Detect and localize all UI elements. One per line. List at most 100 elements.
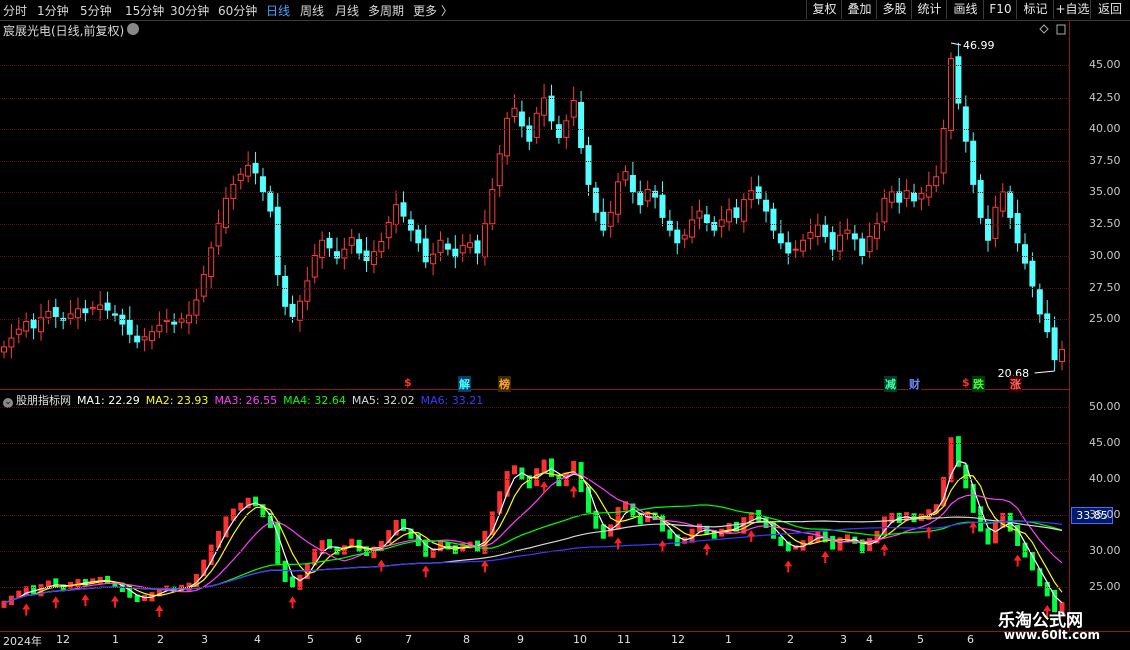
candle-body [311,255,318,278]
candle-body [141,336,148,341]
buy-arrow-icon [155,605,164,617]
candle-body [851,233,858,240]
candle-body [874,223,881,239]
month-label: 2024年 [3,635,42,648]
candle-body [933,176,940,187]
event-marker[interactable]: 跌 [972,376,985,392]
buy-arrow-icon [747,530,756,543]
indicator-tick: 45.00 [1089,436,1121,449]
candle-body [444,243,451,250]
indicator-candle [512,465,518,475]
candle-body [585,145,592,185]
candle-body [792,248,799,251]
candle-body [200,274,207,297]
price-tick: 27.50 [1089,281,1121,294]
event-marker[interactable]: 财 [908,376,921,392]
candle-body [467,242,474,248]
candle-body [541,97,548,116]
candle-body [304,280,311,302]
candle-body [666,220,673,231]
candle-body [629,174,636,193]
candle-body [156,324,163,333]
candle-body [740,199,747,222]
candle-body [777,233,784,244]
indicator-candle [275,521,281,564]
price-gridline [0,129,1069,130]
candle-body [1007,191,1014,218]
event-marker[interactable]: 解 [458,376,471,392]
month-label: 2 [157,633,164,646]
candle-body [215,223,222,247]
buy-arrow-icon [702,543,711,556]
candle-body [911,192,918,202]
price-tick: 42.50 [1089,91,1121,104]
candle-body [326,237,333,249]
indicator-candle [253,496,259,507]
candle-body [844,229,851,234]
candle-body [622,171,629,181]
title-dropdown-icon [127,23,139,35]
buy-arrow-icon [288,596,297,609]
price-tick: 45.00 [1089,58,1121,71]
buy-arrow-icon [81,594,90,607]
candle-body [459,244,466,254]
month-label: 5 [307,633,314,646]
candle-body [274,206,281,276]
event-marker[interactable]: $ [961,376,971,389]
indicator-tick: 30.00 [1089,544,1121,557]
candle-body [970,140,977,185]
price-tick: 30.00 [1089,249,1121,262]
price-gridline [0,98,1069,99]
candle-body [985,218,992,241]
candle-body [82,308,89,314]
buy-arrow-icon [614,537,623,550]
candle-body [1022,244,1029,264]
candle-body [578,101,585,149]
buy-arrow-icon [540,481,549,494]
candle-body [822,224,829,237]
candle-body [237,173,244,182]
event-marker[interactable]: 涨 [1009,376,1022,392]
month-label: 5 [917,633,924,646]
month-label: 6 [355,633,362,646]
candle-body [15,328,22,335]
candle-body [282,275,289,307]
candle-body [859,238,866,257]
candle-body [548,95,555,122]
candle-body [504,117,511,157]
indicator-candle [1044,581,1050,597]
candle-body [696,210,703,219]
candle-body [733,207,740,218]
month-label: 4 [254,633,261,646]
candle-body [866,235,873,253]
candle-body [437,239,444,253]
candle-body [837,234,844,252]
candle-body [208,247,215,277]
buy-arrow-icon [51,596,60,609]
buy-arrow-icon [110,595,119,608]
price-tick: 32.50 [1089,217,1121,230]
candle-body [807,232,814,239]
event-marker[interactable]: $ [403,376,413,389]
event-marker[interactable]: 减 [884,376,897,392]
candle-body [555,124,562,138]
month-label: 2 [787,633,794,646]
price-gridline [0,65,1069,66]
ma-line-6 [3,520,1063,604]
indicator-candle [830,535,836,550]
month-label: 9 [517,633,524,646]
candle-body [348,237,355,246]
candle-body [496,153,503,187]
candle-body [940,128,947,174]
diamond-icon [1039,24,1049,34]
indicator-candle [216,530,222,548]
candle-body [785,242,792,254]
indicator-gridline [0,479,1069,480]
ma-line-3 [3,472,1063,604]
candle-body [881,197,888,223]
candle-body [400,202,407,217]
candle-body [1014,213,1021,244]
candle-body [1036,289,1043,315]
candle-body [67,313,74,319]
event-marker[interactable]: 榜 [498,376,511,392]
